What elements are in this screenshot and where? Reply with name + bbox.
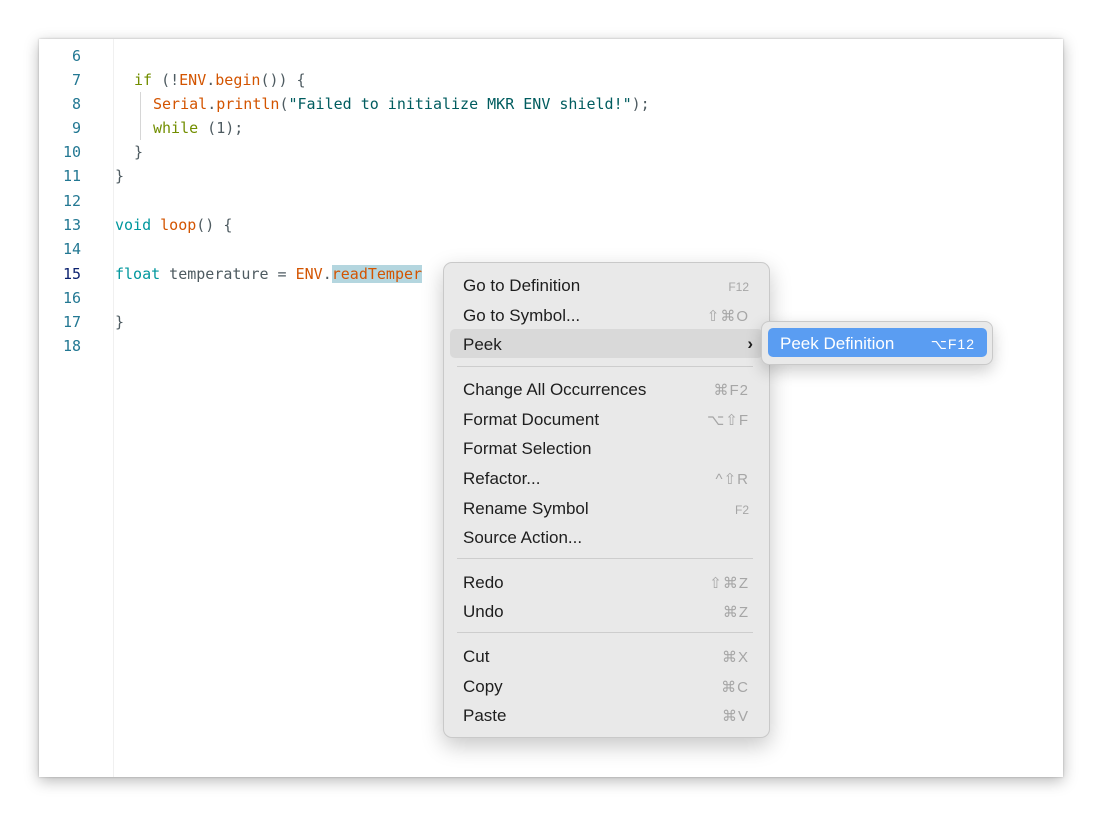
menu-item-format-selection[interactable]: Format Selection <box>450 433 763 462</box>
indent-guide <box>140 92 141 116</box>
line-number: 13 <box>62 216 81 234</box>
menu-item-paste[interactable]: Paste ⌘V <box>450 700 763 729</box>
peek-submenu: Peek Definition ⌥F12 <box>761 321 993 365</box>
indent-guide <box>140 116 141 140</box>
line-number: 10 <box>62 143 81 161</box>
line-number: 7 <box>71 71 81 89</box>
code-line[interactable]: 8 Serial.println("Failed to initialize M… <box>39 92 1063 116</box>
chevron-right-icon: › <box>747 334 753 353</box>
context-menu: Go to Definition F12 Go to Symbol... ⇧⌘O… <box>443 262 770 738</box>
line-number: 9 <box>71 119 81 137</box>
menu-item-peek-definition[interactable]: Peek Definition ⌥F12 <box>768 328 987 357</box>
code-text: void loop() { <box>115 216 233 234</box>
menu-separator <box>457 558 753 559</box>
menu-item-peek[interactable]: Peek › <box>450 329 763 358</box>
menu-item-undo[interactable]: Undo ⌘Z <box>450 596 763 625</box>
line-number: 8 <box>71 95 81 113</box>
code-text: float temperature = ENV.readTemper <box>115 265 423 283</box>
code-text: } <box>115 313 125 331</box>
shortcut-label: ⇧⌘Z <box>709 575 749 592</box>
code-text: Serial.println("Failed to initialize MKR… <box>153 95 650 113</box>
line-number: 14 <box>62 240 81 258</box>
menu-item-copy[interactable]: Copy ⌘C <box>450 671 763 700</box>
line-number: 11 <box>62 167 81 185</box>
menu-item-source-action[interactable]: Source Action... <box>450 522 763 551</box>
menu-item-change-all-occurrences[interactable]: Change All Occurrences ⌘F2 <box>450 374 763 403</box>
code-text: } <box>134 143 144 161</box>
shortcut-label: ^⇧R <box>715 471 749 488</box>
code-text: while (1); <box>153 119 244 137</box>
line-number: 12 <box>62 192 81 210</box>
shortcut-label: F12 <box>728 280 749 294</box>
shortcut-label: ⌥F12 <box>930 336 975 352</box>
code-line[interactable]: 12 <box>39 189 1063 213</box>
menu-separator <box>457 632 753 633</box>
menu-separator <box>457 366 753 367</box>
line-number: 18 <box>62 337 81 355</box>
shortcut-label: ⌘C <box>721 679 749 696</box>
shortcut-label: ⌥⇧F <box>706 412 749 429</box>
shortcut-label: ⌘V <box>721 708 749 725</box>
menu-item-redo[interactable]: Redo ⇧⌘Z <box>450 567 763 596</box>
line-number: 16 <box>62 289 81 307</box>
line-number: 6 <box>71 47 81 65</box>
menu-item-refactor[interactable]: Refactor... ^⇧R <box>450 463 763 492</box>
shortcut-label: ⌘X <box>721 649 749 666</box>
menu-item-go-to-symbol[interactable]: Go to Symbol... ⇧⌘O <box>450 300 763 329</box>
code-line[interactable]: 7 if (!ENV.begin()) { <box>39 68 1063 92</box>
line-number: 17 <box>62 313 81 331</box>
code-line[interactable]: 9 while (1); <box>39 116 1063 140</box>
code-line[interactable]: 6 <box>39 44 1063 68</box>
line-number: 15 <box>62 265 81 283</box>
menu-item-format-document[interactable]: Format Document ⌥⇧F <box>450 404 763 433</box>
menu-item-rename-symbol[interactable]: Rename Symbol F2 <box>450 493 763 522</box>
menu-item-go-to-definition[interactable]: Go to Definition F12 <box>450 270 763 299</box>
code-text: if (!ENV.begin()) { <box>134 71 306 89</box>
code-line[interactable]: 11 } <box>39 164 1063 188</box>
shortcut-label: ⌘F2 <box>713 382 749 399</box>
code-line[interactable]: 10 } <box>39 140 1063 164</box>
selected-symbol: readTemper <box>331 265 423 283</box>
shortcut-label: ⇧⌘O <box>706 308 749 325</box>
shortcut-label: F2 <box>734 503 749 517</box>
shortcut-label: ⌘Z <box>722 604 749 621</box>
menu-item-cut[interactable]: Cut ⌘X <box>450 641 763 670</box>
code-text: } <box>115 167 125 185</box>
code-line[interactable]: 13 void loop() { <box>39 213 1063 237</box>
code-line[interactable]: 14 <box>39 237 1063 261</box>
